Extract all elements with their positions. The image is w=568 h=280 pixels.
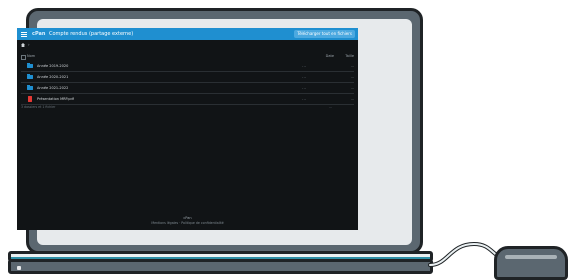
file-size: ... (350, 97, 354, 101)
file-size: ... (350, 64, 354, 68)
file-name[interactable]: Année 2020-2021 (37, 74, 68, 80)
pdf-icon (28, 96, 32, 102)
download-all-button[interactable]: Télécharger tout en fichiers (294, 30, 355, 38)
app-logo[interactable]: cPan (32, 30, 45, 38)
summary-count: 3 dossiers et 1 fichier (21, 105, 56, 109)
footer-links[interactable]: Mentions légales · Politique de confiden… (17, 221, 358, 226)
select-all-checkbox[interactable] (21, 54, 26, 60)
folder-icon (27, 74, 33, 79)
laptop-hinge-lip (11, 254, 430, 257)
menu-icon[interactable] (20, 30, 28, 38)
laptop-screen: cPan Compte rendus (partage externe) Tél… (17, 28, 358, 230)
file-name[interactable]: Année 2019-2020 (37, 63, 68, 69)
home-icon[interactable] (21, 43, 25, 47)
row-menu-icon[interactable]: ... (302, 85, 306, 91)
folder-icon (27, 85, 33, 90)
folder-icon (27, 63, 33, 68)
table-row[interactable]: Année 2020-2021 ... ... (21, 72, 354, 83)
file-name[interactable]: Année 2021-2022 (37, 85, 68, 91)
mouse (494, 246, 568, 280)
mouse-highlight (505, 255, 557, 259)
breadcrumb-separator: › (28, 42, 30, 47)
file-size: ... (350, 75, 354, 79)
file-list: Année 2019-2020 ... ... Année 2020-2021 … (21, 61, 354, 105)
file-name[interactable]: Présentation MRP.pdf (37, 96, 74, 102)
column-header-date[interactable]: Date (326, 53, 334, 59)
table-row[interactable]: Année 2021-2022 ... ... (21, 83, 354, 94)
laptop-scene: cPan Compte rendus (partage externe) Tél… (0, 0, 568, 280)
summary-total: ... (328, 105, 332, 109)
page-footer: cPan Mentions légales · Politique de con… (17, 216, 358, 226)
column-header-name[interactable]: Nom (27, 53, 35, 59)
app-header-bar: cPan Compte rendus (partage externe) Tél… (17, 28, 358, 40)
breadcrumb: › (21, 42, 30, 48)
column-header-size[interactable]: Taille (345, 53, 354, 59)
port-icon (17, 266, 21, 270)
page-title: Compte rendus (partage externe) (49, 31, 134, 37)
laptop-base (8, 259, 433, 274)
row-menu-icon[interactable]: ... (302, 74, 306, 80)
file-size: ... (350, 86, 354, 90)
file-list-header: Nom Date Taille (21, 53, 354, 60)
file-list-summary: 3 dossiers et 1 fichier ... (21, 104, 354, 110)
row-menu-icon[interactable]: ... (302, 96, 306, 102)
table-row[interactable]: Année 2019-2020 ... ... (21, 61, 354, 72)
row-menu-icon[interactable]: ... (302, 63, 306, 69)
